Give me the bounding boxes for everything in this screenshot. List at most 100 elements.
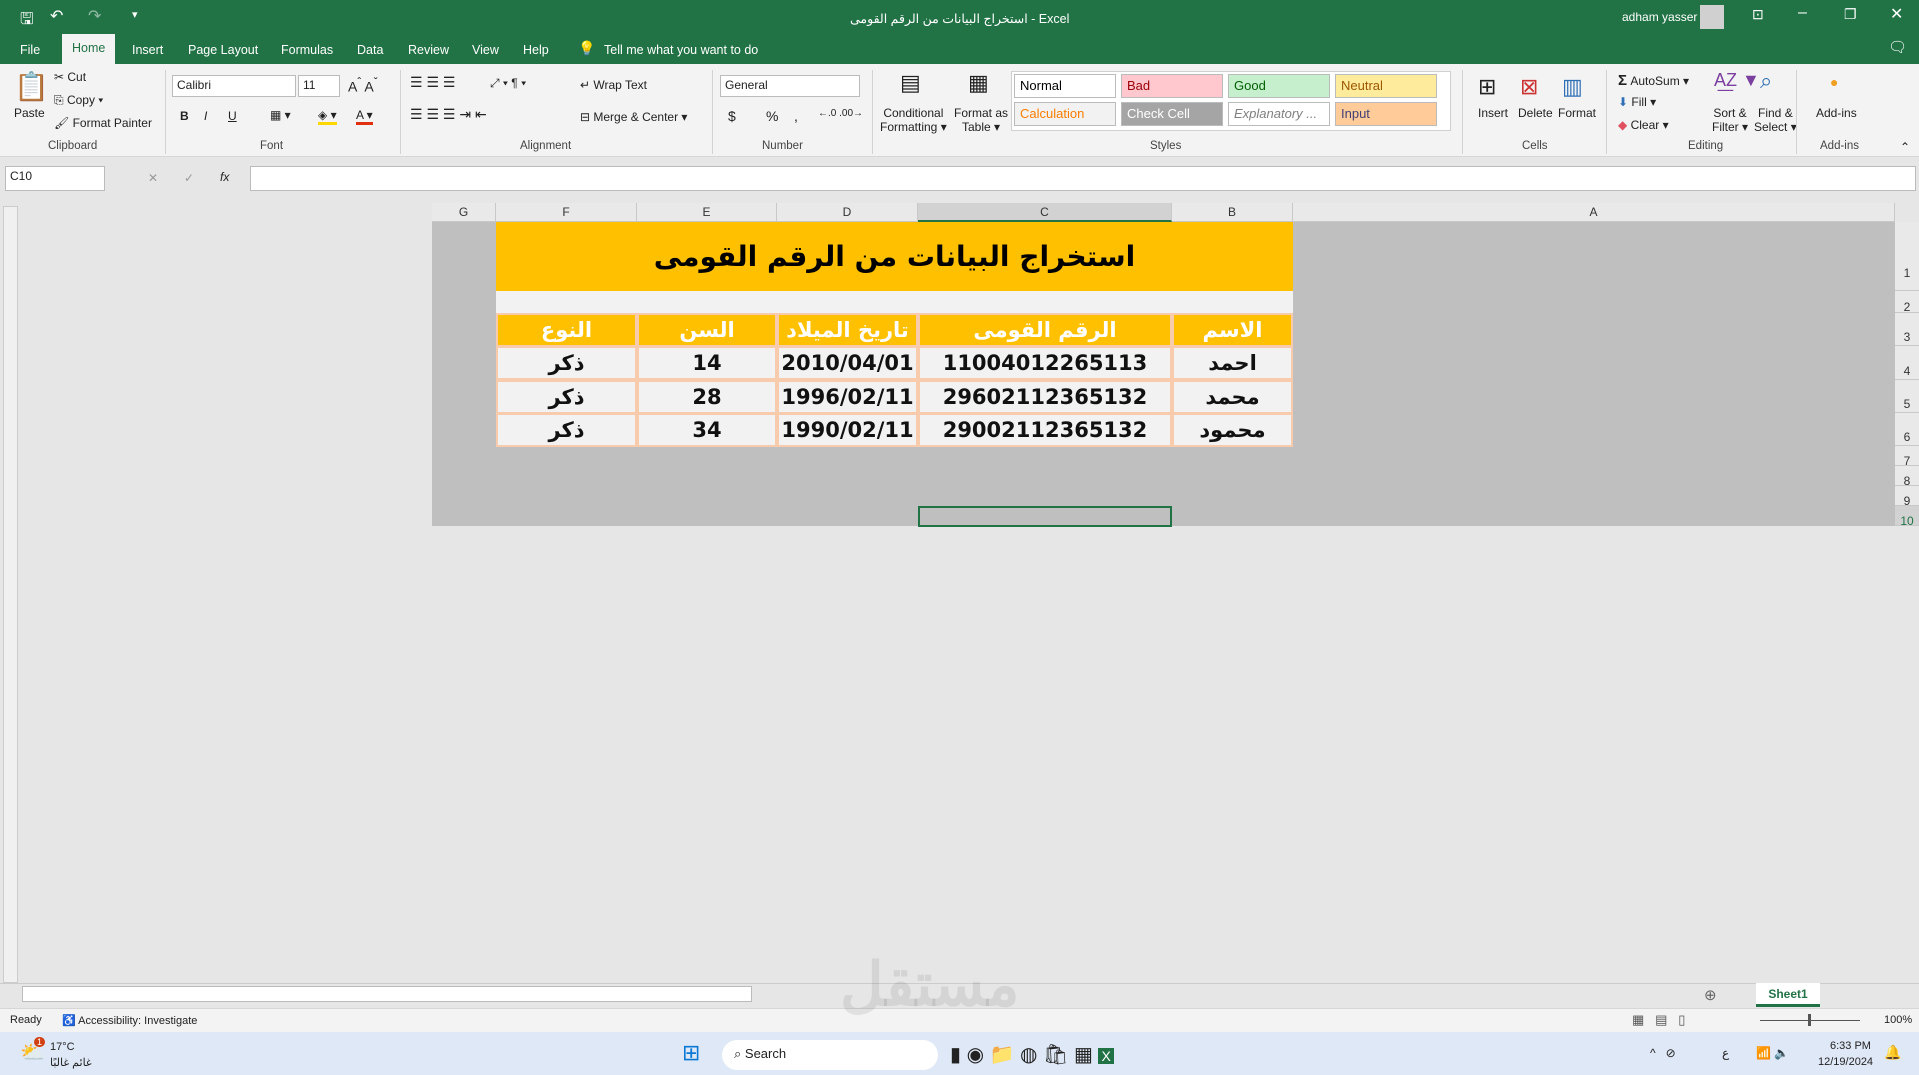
font-color-icon[interactable]: A ▾ [356, 108, 373, 125]
clock-date[interactable]: 12/19/2024 [1818, 1056, 1873, 1068]
paste-button[interactable]: Paste [14, 106, 45, 120]
table-cell[interactable]: ذكر [496, 413, 637, 447]
font-size-select[interactable]: 11 [298, 75, 340, 97]
currency-button[interactable]: $ [728, 108, 736, 124]
format-as-table-button[interactable]: Format as Table ▾ [954, 106, 1008, 134]
borders-icon[interactable]: ▦ ▾ [270, 108, 291, 122]
bold-button[interactable]: B [180, 109, 189, 123]
table-cell[interactable]: 29002112365132 [918, 413, 1172, 447]
zoom-level[interactable]: 100% [1884, 1014, 1912, 1026]
language-indicator[interactable]: ع [1722, 1046, 1729, 1060]
cell-style-calculation[interactable]: Calculation [1014, 102, 1116, 126]
table-cell[interactable]: 2010/04/01 [777, 346, 918, 380]
grow-font-icon[interactable]: Aˆ Aˇ [348, 76, 378, 95]
comma-button[interactable]: , [794, 108, 798, 124]
ribbon-display-icon[interactable]: ⊡ [1752, 6, 1764, 23]
merge-center-button[interactable]: ⊟ Merge & Center ▾ [580, 110, 687, 124]
cell-style-explanatory-[interactable]: Explanatory ... [1228, 102, 1330, 126]
cut-button[interactable]: ✂ Cut [54, 70, 86, 84]
delete-cells-icon[interactable]: ⊠ [1520, 74, 1538, 100]
vertical-scrollbar[interactable] [3, 206, 18, 983]
formula-input[interactable] [250, 166, 1916, 191]
insert-cells-icon[interactable]: ⊞ [1478, 74, 1496, 100]
delete-cells-button[interactable]: Delete [1518, 106, 1553, 120]
table-cell[interactable]: ذكر [496, 346, 637, 380]
horizontal-align-icons[interactable]: ☰ ☰ ☰ ⇥ ⇤ [410, 106, 487, 123]
tab-file[interactable]: File [10, 40, 50, 64]
notification-icon[interactable]: 🔔 [1884, 1044, 1901, 1061]
save-icon[interactable]: 🖫 [20, 8, 34, 35]
column-header-D[interactable]: D [777, 203, 918, 222]
format-cells-icon[interactable]: ▥ [1562, 74, 1583, 100]
fill-button[interactable]: ⬇ Fill ▾ [1618, 95, 1656, 109]
tab-home[interactable]: Home [62, 34, 116, 64]
customize-qat-icon[interactable]: ▾ [132, 8, 138, 21]
table-header[interactable]: الرقم القومى [918, 313, 1172, 347]
restore-icon[interactable]: ❐ [1844, 6, 1857, 23]
paste-icon[interactable]: 📋 [14, 70, 49, 103]
tell-me-search[interactable]: Tell me what you want to do [604, 43, 758, 57]
sort-filter-icon[interactable]: A͟Z ▼ [1714, 70, 1760, 91]
taskbar-search[interactable]: ⌕ Search [722, 1040, 938, 1070]
orientation-icon[interactable]: ⤢ ▾ ¶ ▾ [490, 76, 526, 91]
table-cell[interactable]: 29602112365132 [918, 379, 1172, 414]
table-header[interactable]: الاسم [1172, 313, 1293, 347]
table-cell[interactable]: 11004012265113 [918, 346, 1172, 380]
copy-button[interactable]: ⎘ Copy ▾ [54, 93, 103, 108]
tab-insert[interactable]: Insert [122, 40, 173, 64]
tray-icons[interactable]: ^ ⊘ [1650, 1046, 1686, 1060]
network-volume-icons[interactable]: 📶 🔈 [1756, 1046, 1789, 1060]
redo-icon[interactable]: ↷ [88, 6, 101, 26]
table-cell[interactable]: محمود [1172, 413, 1293, 447]
decimal-icons[interactable]: ←.0 .00→ [818, 108, 863, 119]
fill-color-icon[interactable]: ◈ ▾ [318, 108, 337, 125]
tab-page-layout[interactable]: Page Layout [178, 40, 268, 64]
cancel-icon[interactable]: ✕ [148, 171, 158, 185]
cell-style-good[interactable]: Good [1228, 74, 1330, 98]
table-cell[interactable]: احمد [1172, 346, 1293, 380]
table-header[interactable]: تاريخ الميلاد [777, 313, 918, 347]
find-select-button[interactable]: Find & Select ▾ [1754, 106, 1797, 134]
avatar[interactable] [1700, 5, 1724, 29]
tab-help[interactable]: Help [513, 40, 559, 64]
collapse-ribbon-icon[interactable]: ⌃ [1900, 140, 1910, 154]
row-header-8[interactable]: 8 [1895, 466, 1919, 488]
row-header-9[interactable]: 9 [1895, 486, 1919, 508]
table-cell[interactable]: 1990/02/11 [777, 413, 918, 447]
cell-style-normal[interactable]: Normal [1014, 74, 1116, 98]
sheet-tab-sheet1[interactable]: Sheet1 [1756, 983, 1820, 1007]
selected-cell[interactable] [918, 506, 1172, 527]
addins-button[interactable]: Add-ins [1816, 106, 1857, 120]
tab-formulas[interactable]: Formulas [271, 40, 343, 64]
column-header-A[interactable]: A [1293, 203, 1895, 222]
insert-function-button[interactable]: fx [220, 170, 229, 184]
column-header-E[interactable]: E [637, 203, 777, 222]
format-as-table-icon[interactable]: ▦ [968, 70, 989, 96]
clock-time[interactable]: 6:33 PM [1830, 1040, 1871, 1052]
addins-icon[interactable]: ● [1830, 74, 1838, 90]
row-header-5[interactable]: 5 [1895, 380, 1919, 413]
table-header[interactable]: السن [637, 313, 777, 347]
undo-icon[interactable]: ↶ [50, 6, 63, 26]
row-header-10[interactable]: 10 [1895, 506, 1919, 528]
new-sheet-icon[interactable]: ⊕ [1704, 986, 1717, 1004]
tab-view[interactable]: View [462, 40, 509, 64]
underline-button[interactable]: U [228, 109, 237, 123]
table-header[interactable]: النوع [496, 313, 637, 347]
number-format-select[interactable]: General [720, 75, 860, 97]
conditional-formatting-button[interactable]: Conditional Formatting ▾ [880, 106, 947, 134]
row-header-6[interactable]: 6 [1895, 413, 1919, 446]
table-cell[interactable]: ذكر [496, 379, 637, 414]
format-painter-button[interactable]: 🖌 Format Painter [54, 116, 152, 130]
conditional-formatting-icon[interactable]: ▤ [900, 70, 921, 96]
table-cell[interactable]: 14 [637, 346, 777, 380]
italic-button[interactable]: I [204, 109, 207, 123]
comments-icon[interactable]: 🗨 [1888, 38, 1907, 56]
tab-data[interactable]: Data [347, 40, 393, 64]
percent-button[interactable]: % [766, 108, 778, 124]
row-header-4[interactable]: 4 [1895, 346, 1919, 380]
horizontal-scrollbar[interactable] [22, 986, 752, 1002]
format-cells-button[interactable]: Format [1558, 106, 1596, 120]
row-header-7[interactable]: 7 [1895, 446, 1919, 468]
font-name-select[interactable]: Calibri [172, 75, 296, 97]
